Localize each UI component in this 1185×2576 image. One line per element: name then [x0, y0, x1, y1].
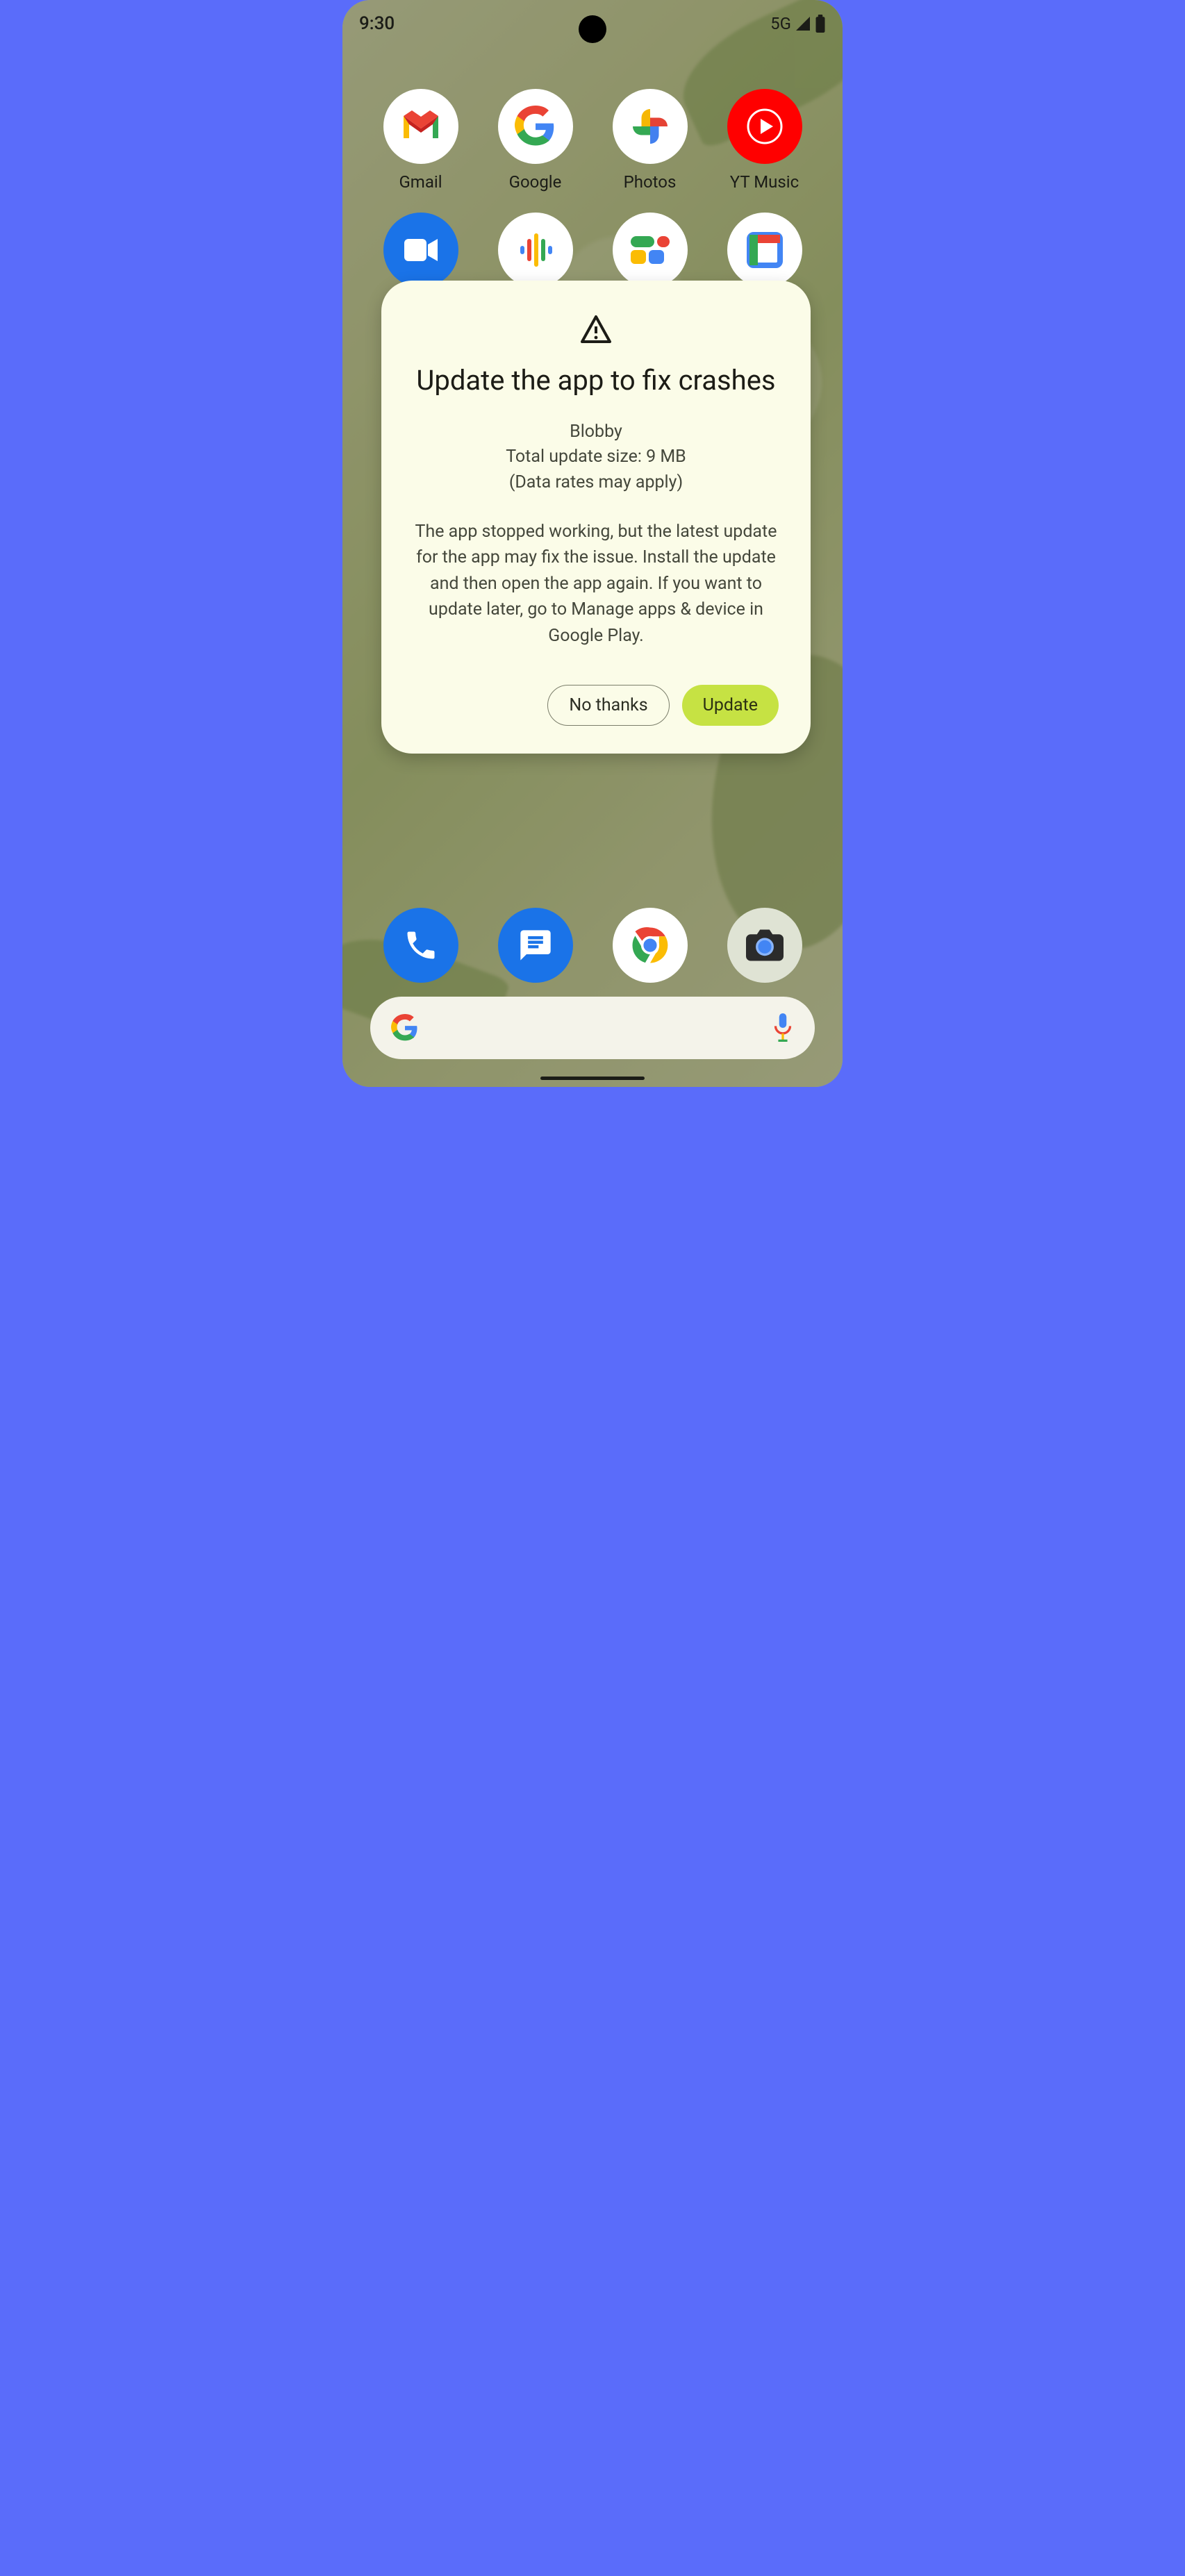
status-network-label: 5G	[770, 14, 791, 33]
phone-frame: 9:30 5G Gmail Google Photos	[342, 0, 843, 1087]
google-g-icon	[391, 1014, 419, 1042]
app-gmail[interactable]: Gmail	[363, 89, 478, 192]
camera-cutout	[579, 15, 606, 43]
app-google[interactable]: Google	[478, 89, 592, 192]
battery-icon	[815, 15, 826, 33]
search-bar[interactable]	[370, 997, 815, 1059]
no-thanks-button[interactable]: No thanks	[547, 685, 669, 726]
status-time: 9:30	[359, 13, 395, 34]
dialog-title: Update the app to fix crashes	[416, 363, 775, 399]
dialog-size-line: Total update size: 9 MB	[506, 444, 686, 470]
dock-camera-icon[interactable]	[727, 908, 802, 983]
home-app-grid: Gmail Google Photos YT Music	[342, 47, 843, 192]
app-generic-2[interactable]	[707, 213, 822, 288]
app-label: Gmail	[399, 172, 442, 192]
app-photos[interactable]: Photos	[592, 89, 707, 192]
home-app-grid-row2	[342, 192, 843, 288]
warning-icon	[579, 313, 613, 346]
app-icon	[727, 213, 802, 288]
app-ytmusic[interactable]: YT Music	[707, 89, 822, 192]
dialog-data-line: (Data rates may apply)	[506, 470, 686, 495]
signal-icon	[794, 15, 812, 32]
app-generic-1[interactable]	[592, 213, 707, 288]
podcasts-icon	[498, 213, 573, 288]
ytmusic-icon	[727, 89, 802, 164]
mic-icon[interactable]	[772, 1013, 794, 1042]
app-meet[interactable]	[363, 213, 478, 288]
dialog-body: The app stopped working, but the latest …	[413, 519, 779, 649]
dock	[342, 908, 843, 983]
app-podcasts[interactable]	[478, 213, 592, 288]
dialog-meta: Blobby Total update size: 9 MB (Data rat…	[506, 419, 686, 495]
photos-icon	[613, 89, 688, 164]
gesture-nav-handle[interactable]	[540, 1077, 645, 1080]
app-label: Photos	[624, 172, 677, 192]
google-icon	[498, 89, 573, 164]
app-label: YT Music	[730, 172, 799, 192]
meet-icon	[383, 213, 458, 288]
app-icon	[613, 213, 688, 288]
dock-chrome-icon[interactable]	[613, 908, 688, 983]
app-label: Google	[509, 172, 562, 192]
update-dialog: Update the app to fix crashes Blobby Tot…	[381, 281, 811, 754]
update-button[interactable]: Update	[682, 685, 779, 726]
dialog-app-name: Blobby	[506, 419, 686, 444]
dock-messages-icon[interactable]	[498, 908, 573, 983]
dialog-actions: No thanks Update	[547, 685, 779, 726]
gmail-icon	[383, 89, 458, 164]
dock-phone-icon[interactable]	[383, 908, 458, 983]
